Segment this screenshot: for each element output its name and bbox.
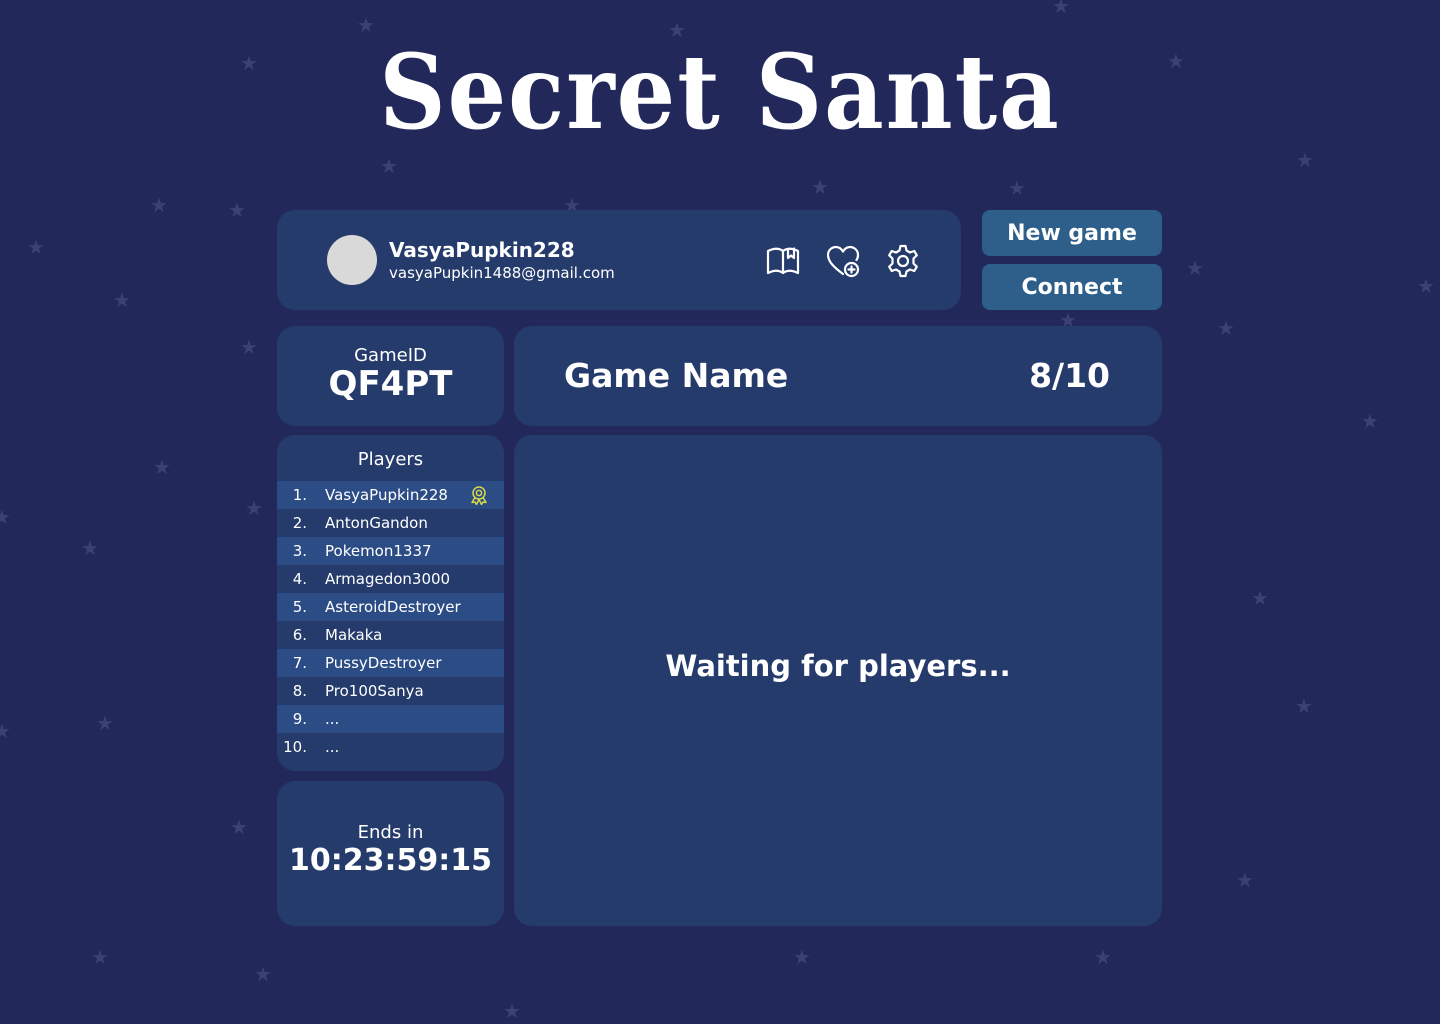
player-row[interactable]: 2. AntonGandon <box>277 509 504 537</box>
star-icon: ★ <box>113 288 131 312</box>
star-icon: ★ <box>27 235 45 259</box>
star-icon: ★ <box>1094 945 1112 969</box>
player-name: ... <box>325 710 340 728</box>
star-icon: ★ <box>1236 868 1254 892</box>
timer-panel: Ends in 10:23:59:15 <box>277 781 504 926</box>
player-number: 5. <box>292 598 307 616</box>
player-number: 6. <box>292 626 307 644</box>
gear-icon[interactable] <box>885 243 921 279</box>
player-number: 9. <box>292 710 307 728</box>
avatar[interactable] <box>327 235 377 285</box>
game-id-value: QF4PT <box>328 364 453 404</box>
star-icon: ★ <box>380 154 398 178</box>
star-icon: ★ <box>1296 148 1314 172</box>
timer-value: 10:23:59:15 <box>289 843 492 878</box>
status-message: Waiting for players... <box>665 649 1011 683</box>
star-icon: ★ <box>245 496 263 520</box>
player-name: VasyaPupkin228 <box>325 486 448 504</box>
player-row[interactable]: 7. PussyDestroyer <box>277 649 504 677</box>
star-icon: ★ <box>81 536 99 560</box>
game-id-panel: GameID QF4PT <box>277 326 504 426</box>
star-icon: ★ <box>0 505 11 529</box>
player-name: Makaka <box>325 626 383 644</box>
player-number: 8. <box>292 682 307 700</box>
player-count: 8/10 <box>1029 356 1110 395</box>
star-icon: ★ <box>230 815 248 839</box>
player-name: ... <box>325 738 340 756</box>
username: VasyaPupkin228 <box>389 238 575 262</box>
game-main-panel: Waiting for players... <box>514 435 1162 926</box>
game-id-label: GameID <box>354 345 427 366</box>
star-icon: ★ <box>503 999 521 1023</box>
player-number: 7. <box>292 654 307 672</box>
star-icon: ★ <box>1186 256 1204 280</box>
player-number: 4. <box>292 570 307 588</box>
players-title: Players <box>357 449 424 470</box>
player-name: AsteroidDestroyer <box>325 598 461 616</box>
owner-badge-icon <box>469 485 489 505</box>
player-number: 2. <box>292 514 307 532</box>
player-name: Pro100Sanya <box>325 682 424 700</box>
player-name: PussyDestroyer <box>325 654 442 672</box>
app-title: Secret Santa <box>379 31 1061 153</box>
player-row[interactable]: 3. Pokemon1337 <box>277 537 504 565</box>
player-name: Pokemon1337 <box>325 542 432 560</box>
player-row[interactable]: 5. AsteroidDestroyer <box>277 593 504 621</box>
player-row[interactable]: 1. VasyaPupkin228 <box>277 481 504 509</box>
star-icon: ★ <box>0 719 11 743</box>
player-row[interactable]: 8. Pro100Sanya <box>277 677 504 705</box>
star-icon: ★ <box>240 335 258 359</box>
star-icon: ★ <box>150 193 168 217</box>
star-icon: ★ <box>91 945 109 969</box>
star-icon: ★ <box>1295 694 1313 718</box>
player-row[interactable]: 6. Makaka <box>277 621 504 649</box>
player-row[interactable]: 9.... <box>277 705 504 733</box>
player-number: 3. <box>292 542 307 560</box>
star-icon: ★ <box>96 711 114 735</box>
star-icon: ★ <box>811 175 829 199</box>
star-icon: ★ <box>1217 316 1235 340</box>
game-name: Game Name <box>564 356 789 395</box>
star-icon: ★ <box>1052 0 1070 18</box>
star-icon: ★ <box>1251 586 1269 610</box>
game-name-panel: Game Name 8/10 <box>514 326 1162 426</box>
heart-add-icon[interactable] <box>825 243 861 279</box>
star-icon: ★ <box>254 962 272 986</box>
star-icon: ★ <box>1417 274 1435 298</box>
players-panel: Players 1. VasyaPupkin228 2. AntonGandon 3. P… <box>277 435 504 771</box>
user-email: vasyaPupkin1488@gmail.com <box>389 264 615 282</box>
star-icon: ★ <box>1361 409 1379 433</box>
star-icon: ★ <box>1008 176 1026 200</box>
timer-label: Ends in <box>357 822 424 843</box>
player-number: 10. <box>283 738 307 756</box>
profile-panel: VasyaPupkin228 vasyaPupkin1488@gmail.com <box>277 210 961 310</box>
star-icon: ★ <box>228 198 246 222</box>
player-row[interactable]: 4. Armagedon3000 <box>277 565 504 593</box>
player-name: AntonGandon <box>325 514 428 532</box>
star-icon: ★ <box>153 455 171 479</box>
new-game-button[interactable]: New game <box>982 210 1162 256</box>
connect-button[interactable]: Connect <box>982 264 1162 310</box>
book-icon[interactable] <box>765 243 801 279</box>
star-icon: ★ <box>793 945 811 969</box>
player-number: 1. <box>292 486 307 504</box>
player-name: Armagedon3000 <box>325 570 451 588</box>
player-row[interactable]: 10.... <box>277 733 504 761</box>
